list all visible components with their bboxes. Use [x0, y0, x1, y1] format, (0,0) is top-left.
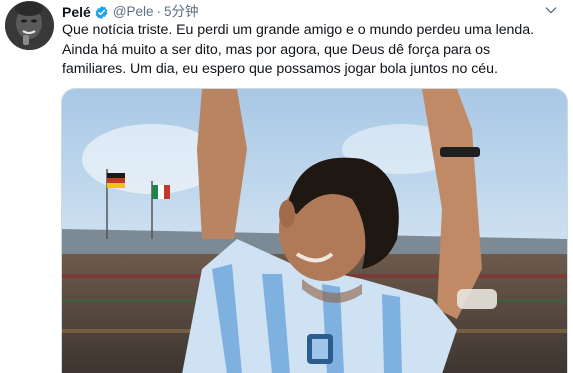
- chevron-down-icon[interactable]: [543, 2, 559, 18]
- tweet-header: Pelé @Pele · 5分钟: [62, 3, 199, 21]
- timestamp[interactable]: 5分钟: [164, 3, 199, 21]
- avatar[interactable]: [5, 1, 54, 50]
- author-name[interactable]: Pelé: [62, 3, 91, 21]
- verified-badge-icon: [94, 5, 109, 20]
- tweet-text: Que notícia triste. Eu perdi um grande a…: [62, 22, 534, 77]
- tweet[interactable]: Pelé @Pele · 5分钟 Que notícia triste. Eu …: [0, 0, 573, 373]
- author-handle[interactable]: @Pele: [113, 3, 154, 21]
- tweet-photo[interactable]: [61, 88, 568, 373]
- separator-dot: ·: [156, 4, 162, 19]
